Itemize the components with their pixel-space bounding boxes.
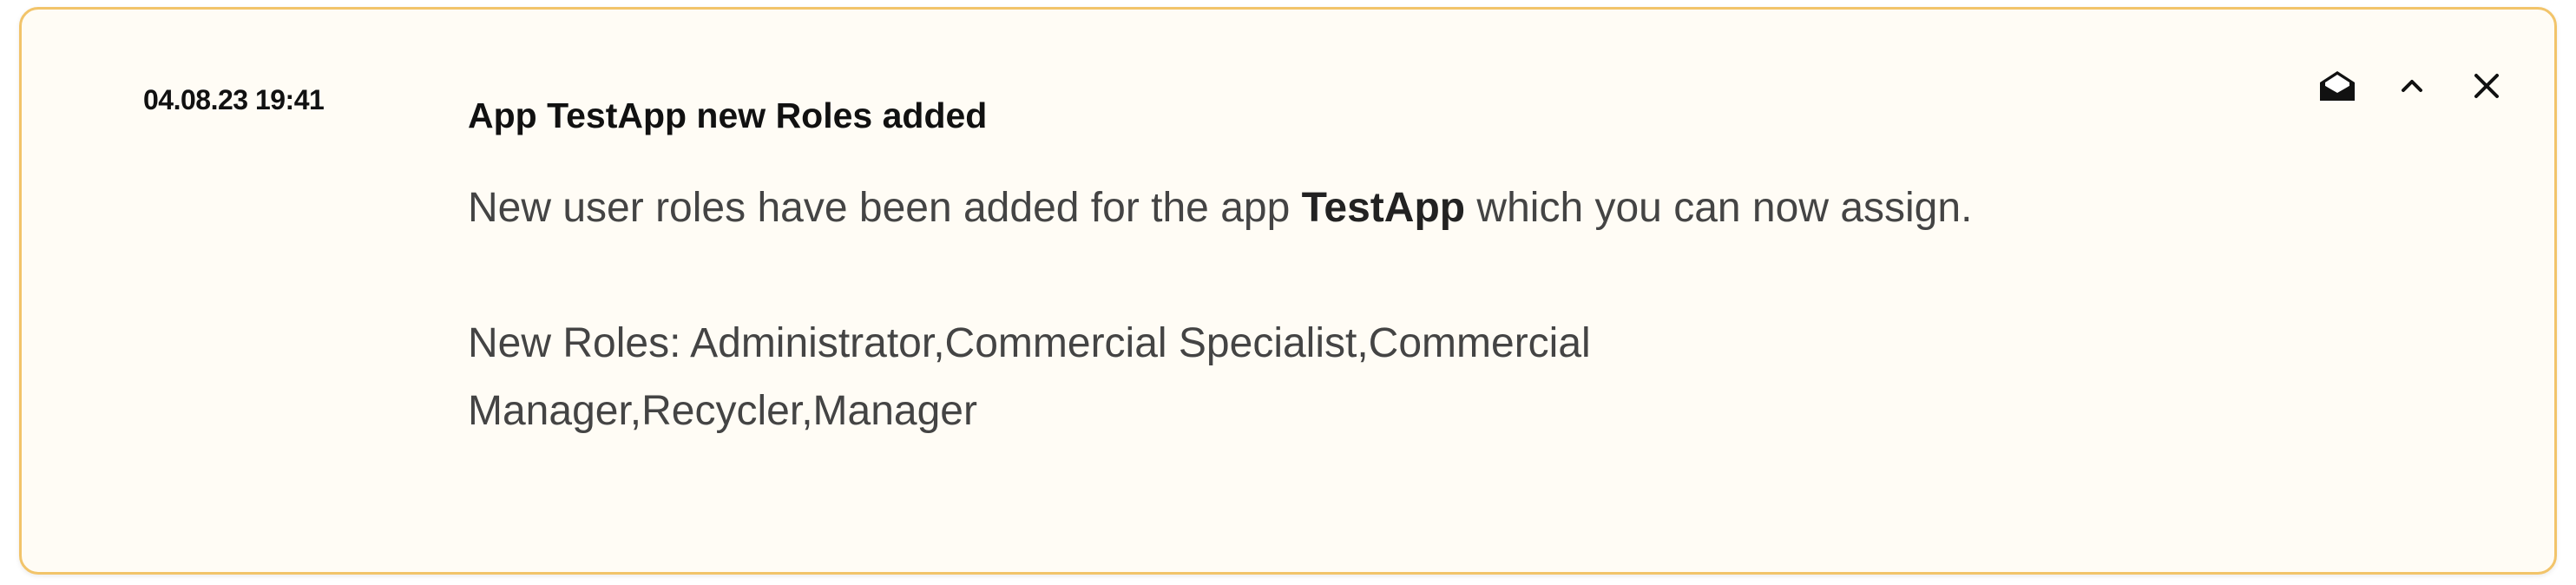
envelope-open-icon [2320,71,2355,101]
chevron-up-icon [2402,80,2422,92]
notification-timestamp: 04.08.23 19:41 [143,84,325,115]
notification-card: 04.08.23 19:41 App TestApp new Roles add… [19,7,2557,575]
app-name: TestApp [1301,185,1466,231]
close-icon [2474,74,2499,98]
message-suffix: which you can now assign. [1465,185,1973,231]
notification-body: New user roles have been added for the a… [468,174,2100,445]
notification-actions [2313,62,2511,110]
mark-as-read-button[interactable] [2313,62,2362,110]
notification-message: New user roles have been added for the a… [468,174,2100,242]
dismiss-button[interactable] [2462,62,2511,110]
new-roles-list: New Roles: Administrator,Commercial Spec… [468,320,1591,434]
notification-title: App TestApp new Roles added [468,95,988,135]
collapse-button[interactable] [2388,62,2436,110]
message-prefix: New user roles have been added for the a… [468,185,1302,231]
notification-content: App TestApp new Roles added New user rol… [468,91,2117,445]
